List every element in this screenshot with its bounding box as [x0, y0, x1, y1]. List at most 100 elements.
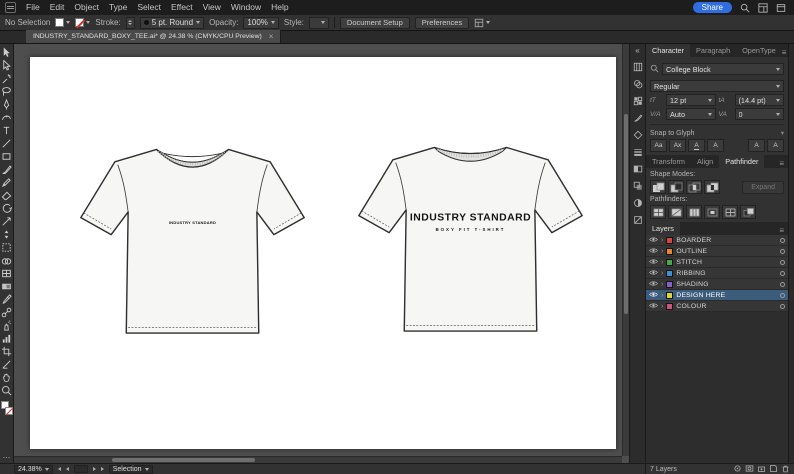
last-artboard-icon[interactable] [100, 467, 104, 471]
tshirt-back-graphic[interactable]: INDUSTRY STANDARD BOXY FIT T-SHIRT [338, 133, 603, 356]
selection-tool[interactable] [0, 46, 14, 59]
stroke-swatch-control[interactable] [75, 18, 91, 27]
zoom-tool[interactable] [0, 384, 14, 397]
stroke-weight-stepper[interactable] [125, 16, 135, 29]
menu-type[interactable]: Type [104, 0, 132, 15]
app-logo-icon[interactable] [5, 2, 16, 13]
expand-panels-icon[interactable]: « [635, 46, 639, 55]
mesh-tool[interactable] [0, 267, 14, 280]
workspace-switcher-icon[interactable] [757, 2, 768, 13]
opacity-label[interactable]: Opacity: [209, 18, 238, 27]
menu-edit[interactable]: Edit [45, 0, 70, 15]
visibility-eye-icon[interactable] [649, 269, 658, 278]
snap-glyph-baseline-button[interactable]: Aa [650, 139, 667, 152]
layer-row-design-here[interactable]: › DESIGN HERE [646, 290, 788, 301]
target-circle-icon[interactable] [780, 292, 785, 298]
tab-opentype[interactable]: OpenType [736, 44, 782, 57]
target-circle-icon[interactable] [780, 270, 785, 276]
merge-button[interactable] [686, 205, 702, 219]
width-tool[interactable] [0, 228, 14, 241]
menu-file[interactable]: File [21, 0, 45, 15]
snap-glyph-guides-button[interactable]: A [767, 139, 784, 152]
horizontal-scrollbar[interactable] [14, 456, 622, 463]
layer-row-boarder[interactable]: › BOARDER [646, 235, 788, 246]
menu-select[interactable]: Select [132, 0, 166, 15]
layer-expand-icon[interactable]: › [661, 237, 663, 244]
gradient-tool[interactable] [0, 280, 14, 293]
column-graph-tool[interactable] [0, 332, 14, 345]
artboard-number-field[interactable] [73, 465, 88, 473]
layer-row-colour[interactable]: › COLOUR [646, 301, 788, 312]
new-layer-icon[interactable] [769, 464, 778, 474]
tab-align[interactable]: Align [691, 155, 719, 168]
layer-row-stitch[interactable]: › STITCH [646, 257, 788, 268]
libraries-panel-icon[interactable] [632, 61, 643, 72]
brush-definition-select[interactable]: 5 pt. Round [139, 16, 205, 29]
tab-close-icon[interactable]: × [269, 32, 274, 41]
layer-name[interactable]: STITCH [676, 259, 777, 266]
vertical-scrollbar[interactable] [622, 44, 629, 456]
layer-row-ribbing[interactable]: › RIBBING [646, 268, 788, 279]
vertical-scrollbar-thumb[interactable] [624, 114, 628, 314]
menu-view[interactable]: View [198, 0, 226, 15]
menu-help[interactable]: Help [266, 0, 293, 15]
tshirt-front-graphic[interactable]: INDUSTRY STANDARD [60, 135, 325, 358]
expand-button[interactable]: Expand [742, 180, 784, 194]
layer-expand-icon[interactable]: › [661, 303, 663, 310]
layers-panel-menu-icon[interactable]: ≡ [779, 226, 788, 235]
blend-tool[interactable] [0, 306, 14, 319]
snap-glyph-angle-button[interactable]: A [707, 139, 724, 152]
zoom-level-select[interactable]: 24.38% [14, 464, 53, 474]
control-panel-menu-icon[interactable] [474, 18, 491, 28]
delete-layer-icon[interactable] [781, 464, 790, 474]
tracking-select[interactable]: 0 [734, 108, 784, 120]
search-icon[interactable] [739, 2, 750, 13]
first-artboard-icon[interactable] [57, 467, 61, 471]
rectangle-tool[interactable] [0, 150, 14, 163]
graphic-styles-panel-icon[interactable] [632, 214, 643, 225]
fill-stroke-swatches[interactable] [0, 400, 14, 418]
snap-glyph-bounds-button[interactable]: A [688, 139, 705, 152]
layer-row-shading[interactable]: › SHADING [646, 279, 788, 290]
snap-glyph-anchor-button[interactable]: A [748, 139, 765, 152]
eraser-tool[interactable] [0, 189, 14, 202]
visibility-eye-icon[interactable] [649, 236, 658, 245]
lasso-tool[interactable] [0, 85, 14, 98]
style-select[interactable] [308, 16, 329, 29]
tab-paragraph[interactable]: Paragraph [690, 44, 736, 57]
tab-layers[interactable]: Layers [646, 222, 680, 235]
rotate-tool[interactable] [0, 202, 14, 215]
free-transform-tool[interactable] [0, 241, 14, 254]
fill-swatch-control[interactable] [55, 18, 71, 27]
layer-expand-icon[interactable]: › [661, 270, 663, 277]
scale-tool[interactable] [0, 215, 14, 228]
intersect-button[interactable] [686, 180, 702, 194]
symbol-sprayer-tool[interactable] [0, 319, 14, 332]
horizontal-scrollbar-thumb[interactable] [112, 458, 255, 462]
font-search-icon[interactable] [650, 60, 659, 78]
direct-selection-tool[interactable] [0, 59, 14, 72]
layer-name[interactable]: BOARDER [676, 237, 777, 244]
divide-button[interactable] [650, 205, 666, 219]
make-clipping-mask-icon[interactable] [745, 464, 754, 474]
opacity-select[interactable]: 100% [243, 16, 279, 29]
document-tab[interactable]: INDUSTRY_STANDARD_BOXY_TEE.ai* @ 24.38 %… [26, 30, 282, 43]
menu-effect[interactable]: Effect [166, 0, 198, 15]
minus-back-button[interactable] [740, 205, 756, 219]
layer-name[interactable]: RIBBING [676, 270, 777, 277]
target-circle-icon[interactable] [780, 248, 785, 254]
transparency-panel-icon[interactable] [632, 180, 643, 191]
toolbar-stroke-swatch[interactable] [4, 407, 13, 415]
target-circle-icon[interactable] [780, 281, 785, 287]
menu-object[interactable]: Object [69, 0, 104, 15]
share-button[interactable]: Share [692, 2, 732, 13]
layer-expand-icon[interactable]: › [661, 248, 663, 255]
minus-front-button[interactable] [668, 180, 684, 194]
artboard-tool[interactable] [0, 345, 14, 358]
style-label[interactable]: Style: [284, 18, 304, 27]
target-circle-icon[interactable] [780, 237, 785, 243]
kerning-select[interactable]: Auto [666, 108, 716, 120]
symbols-panel-icon[interactable] [632, 129, 643, 140]
crop-button[interactable] [704, 205, 720, 219]
layer-name[interactable]: DESIGN HERE [676, 292, 777, 299]
